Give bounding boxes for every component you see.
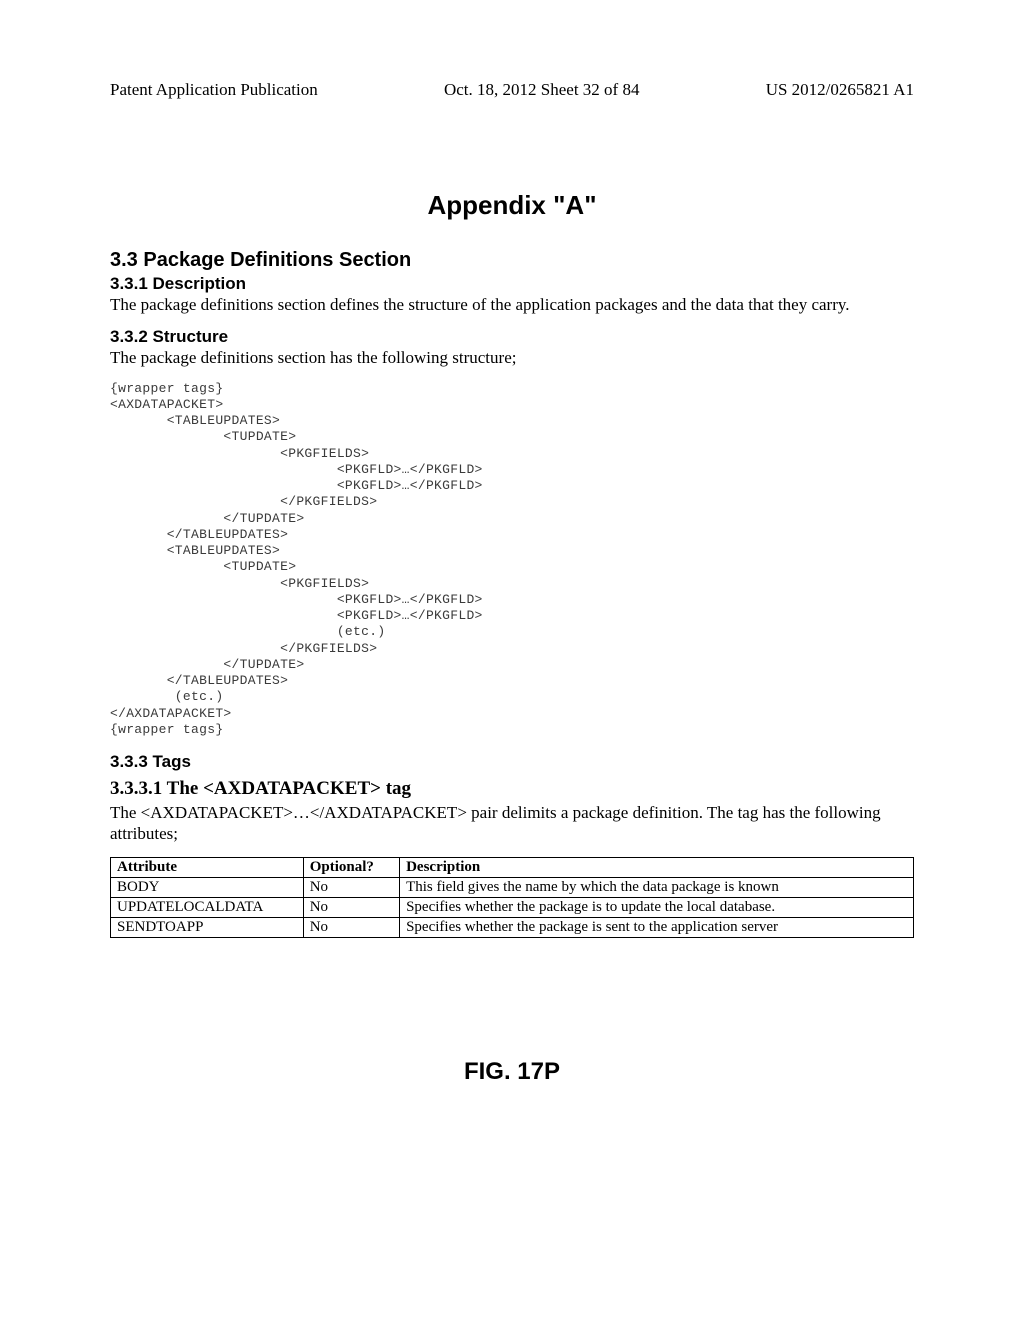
section-3-3-1-body: The package definitions section defines … — [110, 294, 914, 315]
page: Patent Application Publication Oct. 18, … — [0, 0, 1024, 1320]
section-3-3-1-heading: 3.3.1 Description — [110, 274, 914, 294]
table-header-row: Attribute Optional? Description — [111, 857, 914, 877]
appendix-title: Appendix "A" — [110, 190, 914, 221]
figure-label: FIG. 17P — [110, 1058, 914, 1086]
section-3-3-heading: 3.3 Package Definitions Section — [110, 249, 914, 272]
table-row: BODY No This field gives the name by whi… — [111, 877, 914, 897]
cell-desc: Specifies whether the package is sent to… — [400, 917, 914, 937]
th-optional: Optional? — [303, 857, 399, 877]
header-right: US 2012/0265821 A1 — [766, 80, 914, 100]
th-attribute: Attribute — [111, 857, 304, 877]
section-3-3-2-body: The package definitions section has the … — [110, 347, 914, 368]
attributes-table: Attribute Optional? Description BODY No … — [110, 857, 914, 938]
th-description: Description — [400, 857, 914, 877]
page-header: Patent Application Publication Oct. 18, … — [110, 80, 914, 100]
cell-attr: BODY — [111, 877, 304, 897]
cell-attr: SENDTOAPP — [111, 917, 304, 937]
cell-opt: No — [303, 877, 399, 897]
section-3-3-3-1-heading: 3.3.3.1 The <AXDATAPACKET> tag — [110, 778, 914, 800]
code-block: {wrapper tags} <AXDATAPACKET> <TABLEUPDA… — [110, 381, 914, 739]
header-middle: Oct. 18, 2012 Sheet 32 of 84 — [444, 80, 639, 100]
cell-opt: No — [303, 917, 399, 937]
section-3-3-2-heading: 3.3.2 Structure — [110, 327, 914, 347]
header-left: Patent Application Publication — [110, 80, 318, 100]
table-row: SENDTOAPP No Specifies whether the packa… — [111, 917, 914, 937]
cell-attr: UPDATELOCALDATA — [111, 897, 304, 917]
cell-opt: No — [303, 897, 399, 917]
cell-desc: This field gives the name by which the d… — [400, 877, 914, 897]
cell-desc: Specifies whether the package is to upda… — [400, 897, 914, 917]
section-3-3-3-heading: 3.3.3 Tags — [110, 752, 914, 772]
table-row: UPDATELOCALDATA No Specifies whether the… — [111, 897, 914, 917]
section-3-3-3-1-body: The <AXDATAPACKET>…</AXDATAPACKET> pair … — [110, 802, 914, 845]
